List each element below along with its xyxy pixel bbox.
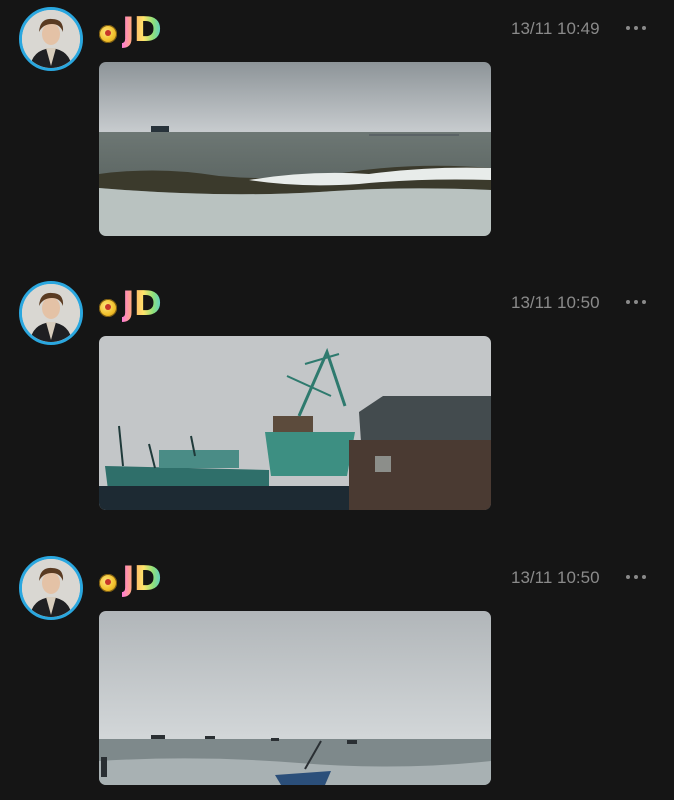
more-options-icon[interactable]	[626, 292, 646, 312]
feed-post: JD 13/11 10:50	[0, 274, 674, 524]
timestamp: 13/11 10:49	[511, 19, 600, 38]
profile-avatar[interactable]	[19, 7, 83, 71]
username[interactable]: JD	[122, 10, 162, 50]
more-options-icon[interactable]	[626, 18, 646, 38]
fishing-boats-photo[interactable]	[99, 336, 491, 510]
message-feed: JD 13/11 10:49 JD 13/11 10:50 JD 13/11 1…	[0, 0, 674, 800]
boats-at-sea-photo[interactable]	[99, 611, 491, 785]
timestamp: 13/11 10:50	[511, 568, 600, 587]
feed-post: JD 13/11 10:49	[0, 0, 674, 250]
profile-avatar[interactable]	[19, 281, 83, 345]
username[interactable]: JD	[122, 559, 162, 599]
gold-badge-icon	[99, 574, 117, 592]
gold-badge-icon	[99, 299, 117, 317]
profile-avatar[interactable]	[19, 556, 83, 620]
gold-badge-icon	[99, 25, 117, 43]
feed-post: JD 13/11 10:50	[0, 549, 674, 799]
username[interactable]: JD	[122, 284, 162, 324]
sea-waves-photo[interactable]	[99, 62, 491, 236]
more-options-icon[interactable]	[626, 567, 646, 587]
timestamp: 13/11 10:50	[511, 293, 600, 312]
